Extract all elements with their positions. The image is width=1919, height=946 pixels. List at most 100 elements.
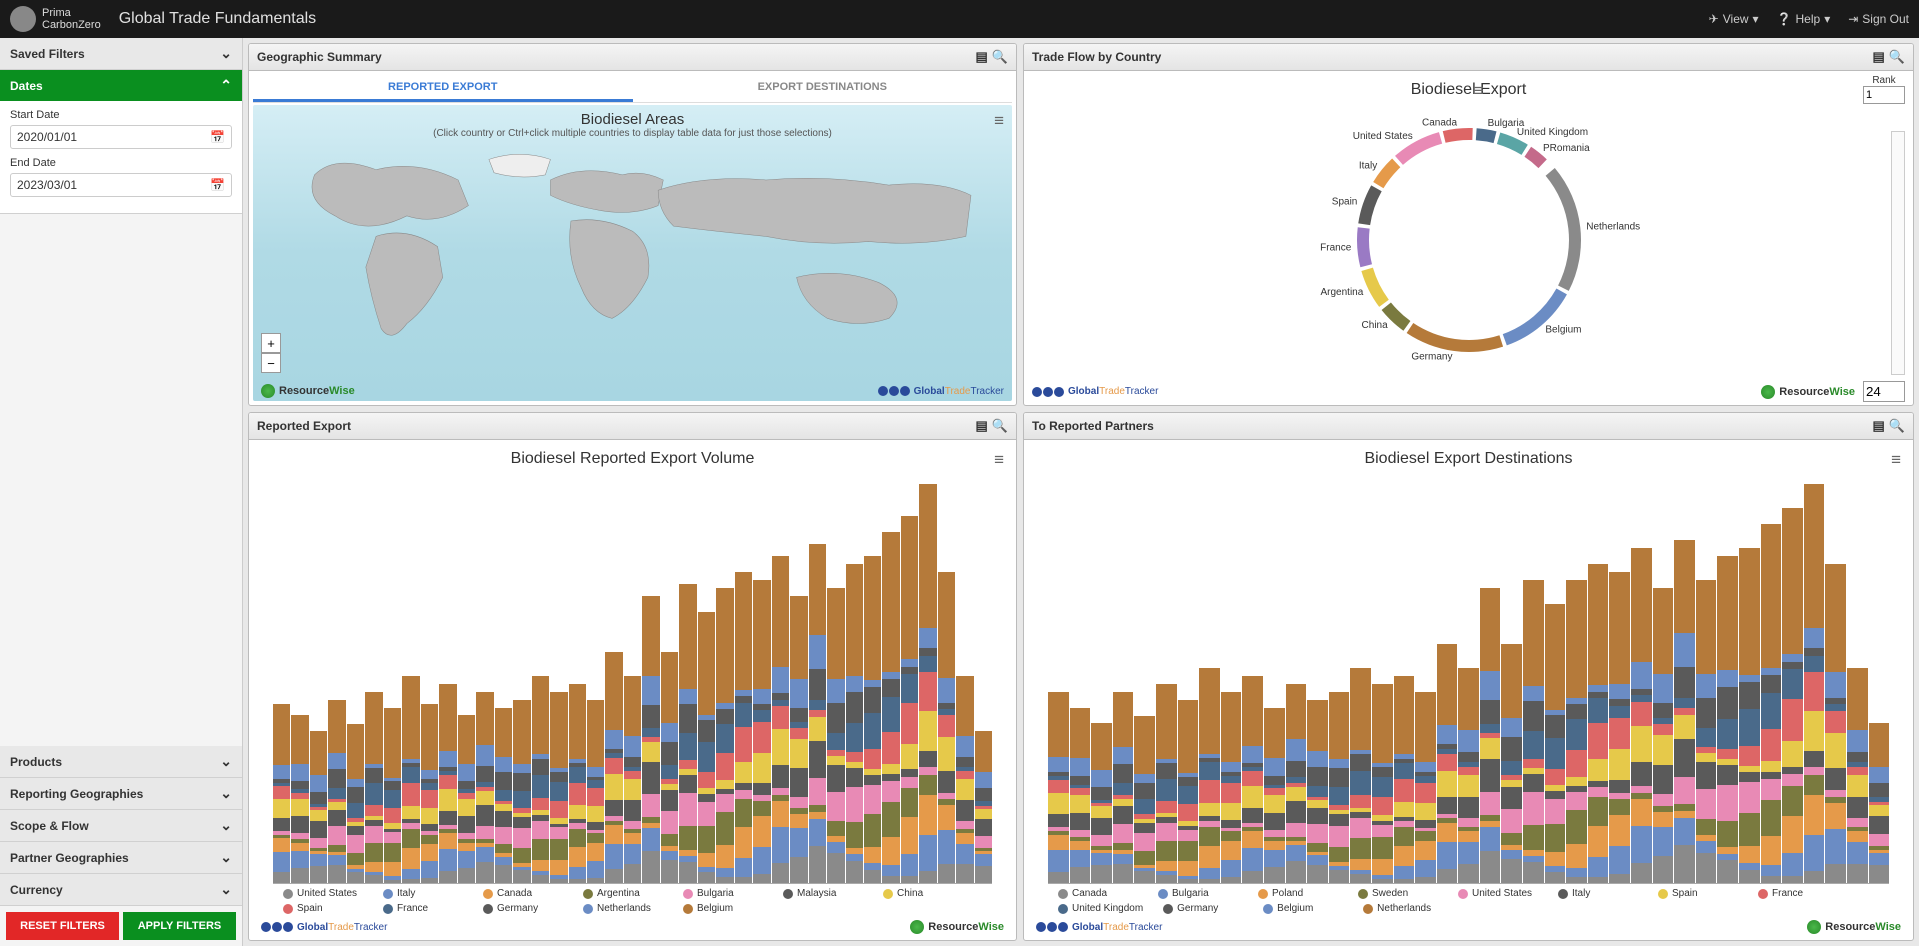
legend-item[interactable]: Canada	[1058, 888, 1138, 899]
legend-item[interactable]: Netherlands	[1363, 903, 1443, 914]
bar[interactable]	[550, 691, 567, 883]
bar[interactable]	[1566, 580, 1587, 883]
help-menu[interactable]: ❔ Help ▾	[1777, 12, 1831, 26]
bar[interactable]	[347, 723, 364, 883]
rank-slider[interactable]	[1891, 131, 1905, 375]
reset-filters-button[interactable]: RESET FILTERS	[6, 912, 119, 940]
bar[interactable]	[790, 596, 807, 883]
legend-item[interactable]: Poland	[1258, 888, 1338, 899]
legend-item[interactable]: Argentina	[583, 888, 663, 899]
table-icon[interactable]: ▤	[976, 418, 988, 434]
bar[interactable]	[642, 596, 659, 883]
bar[interactable]	[1869, 723, 1890, 883]
legend-item[interactable]: Belgium	[683, 903, 763, 914]
legend-item[interactable]: Sweden	[1358, 888, 1438, 899]
zoom-icon[interactable]: 🔍	[992, 49, 1008, 65]
bar[interactable]	[476, 691, 493, 883]
bar[interactable]	[365, 691, 382, 883]
bar[interactable]	[1653, 588, 1674, 883]
legend-item[interactable]: United Kingdom	[1058, 903, 1143, 914]
bar[interactable]	[421, 703, 438, 883]
bar[interactable]	[1825, 564, 1846, 883]
bar[interactable]	[458, 715, 475, 883]
legend-item[interactable]: France	[383, 903, 463, 914]
bar[interactable]	[1372, 684, 1393, 884]
bar[interactable]	[328, 699, 345, 883]
bar[interactable]	[273, 703, 290, 883]
bar[interactable]	[1048, 691, 1069, 883]
bar[interactable]	[1501, 644, 1522, 883]
legend-item[interactable]: Italy	[383, 888, 463, 899]
table-icon[interactable]: ▤	[976, 49, 988, 65]
legend-item[interactable]: Germany	[1163, 903, 1243, 914]
bar[interactable]	[661, 652, 678, 883]
rank-bottom-input[interactable]	[1863, 381, 1905, 402]
filter-products-header[interactable]: Products ⌄	[0, 746, 242, 777]
bar[interactable]	[1242, 676, 1263, 883]
filter-reporting-geo-header[interactable]: Reporting Geographies ⌄	[0, 778, 242, 809]
bar[interactable]	[605, 652, 622, 883]
bar[interactable]	[716, 588, 733, 883]
bar[interactable]	[1329, 691, 1350, 883]
bar[interactable]	[1394, 676, 1415, 883]
legend-item[interactable]: Italy	[1558, 888, 1638, 899]
bar[interactable]	[1609, 572, 1630, 883]
bar[interactable]	[384, 707, 401, 883]
bar[interactable]	[1415, 691, 1436, 883]
legend-item[interactable]: China	[883, 888, 963, 899]
bar[interactable]	[1458, 668, 1479, 883]
bar[interactable]	[772, 556, 789, 883]
bar[interactable]	[1178, 699, 1199, 883]
bar[interactable]	[291, 715, 308, 883]
bar[interactable]	[1804, 484, 1825, 883]
hamburger-icon[interactable]: ≡	[1891, 450, 1901, 470]
legend-item[interactable]: France	[1758, 888, 1838, 899]
bar[interactable]	[735, 572, 752, 883]
table-icon[interactable]: ▤	[1873, 418, 1885, 434]
rank-top-input[interactable]	[1863, 86, 1905, 104]
bar[interactable]	[1545, 604, 1566, 883]
legend-item[interactable]: Spain	[1658, 888, 1738, 899]
bar[interactable]	[882, 532, 899, 883]
view-menu[interactable]: ✈ View ▾	[1709, 12, 1759, 26]
apply-filters-button[interactable]: APPLY FILTERS	[123, 912, 236, 940]
legend-item[interactable]: United States	[283, 888, 363, 899]
bar[interactable]	[402, 676, 419, 883]
bar[interactable]	[513, 699, 530, 883]
bar[interactable]	[1696, 580, 1717, 883]
bar[interactable]	[679, 584, 696, 883]
bar[interactable]	[1480, 588, 1501, 883]
bar[interactable]	[1264, 707, 1285, 883]
start-date-input[interactable]: 2020/01/01 📅	[10, 125, 232, 149]
legend-item[interactable]: Bulgaria	[1158, 888, 1238, 899]
tab-export-destinations[interactable]: EXPORT DESTINATIONS	[633, 75, 1013, 102]
legend-item[interactable]: Netherlands	[583, 903, 663, 914]
zoom-out-button[interactable]: −	[261, 353, 281, 373]
bar[interactable]	[1847, 668, 1868, 883]
bar[interactable]	[1523, 580, 1544, 883]
bar[interactable]	[901, 516, 918, 883]
hamburger-icon[interactable]: ≡	[994, 450, 1004, 470]
hamburger-icon[interactable]: ≡	[994, 111, 1004, 131]
bar[interactable]	[1761, 524, 1782, 883]
table-icon[interactable]: ▤	[1873, 49, 1885, 65]
bar[interactable]	[624, 676, 641, 883]
legend-item[interactable]: Canada	[483, 888, 563, 899]
legend-item[interactable]: Germany	[483, 903, 563, 914]
filter-dates-header[interactable]: Dates ⌃	[0, 70, 242, 101]
bar[interactable]	[1739, 548, 1760, 883]
bar[interactable]	[846, 564, 863, 883]
signout-button[interactable]: ⇥ Sign Out	[1848, 12, 1909, 26]
bar[interactable]	[938, 572, 955, 883]
legend-item[interactable]: Malaysia	[783, 888, 863, 899]
end-date-input[interactable]: 2023/03/01 📅	[10, 173, 232, 197]
bar[interactable]	[1350, 668, 1371, 883]
zoom-in-button[interactable]: +	[261, 333, 281, 353]
bar[interactable]	[1307, 699, 1328, 883]
bar[interactable]	[1588, 564, 1609, 883]
filter-scope-flow-header[interactable]: Scope & Flow ⌄	[0, 810, 242, 841]
hamburger-icon[interactable]: ≡	[1474, 81, 1484, 101]
bar[interactable]	[1156, 684, 1177, 884]
world-map[interactable]: Biodiesel Areas (Click country or Ctrl+c…	[253, 105, 1012, 401]
bar[interactable]	[1199, 668, 1220, 883]
